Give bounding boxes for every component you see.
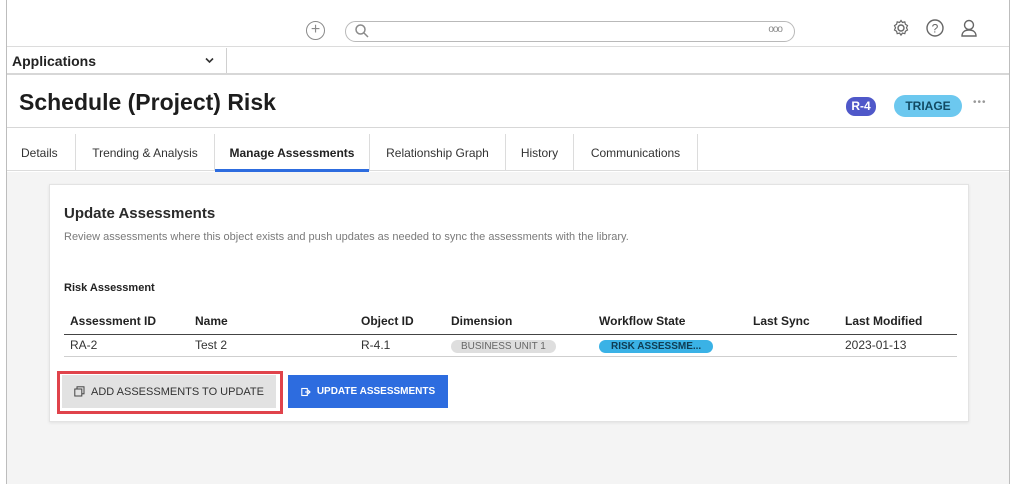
tab-relationship-graph[interactable]: Relationship Graph — [370, 134, 506, 171]
update-assessments-button[interactable]: UPDATE ASSESSMENTS — [288, 375, 448, 408]
table-row[interactable]: RA-2 Test 2 R-4.1 BUSINESS UNIT 1 RISK A… — [64, 334, 957, 357]
top-bar: + ooo ? — [7, 0, 1009, 47]
gear-icon[interactable] — [891, 18, 911, 38]
add-assessments-to-update-button[interactable]: ADD ASSESSMENTS TO UPDATE — [62, 375, 276, 408]
cell-object-id: R-4.1 — [355, 334, 445, 357]
plus-circle-icon[interactable]: + — [306, 21, 325, 40]
tab-details[interactable]: Details — [7, 134, 76, 171]
chevron-down-icon — [205, 57, 214, 64]
applications-label: Applications — [12, 52, 97, 69]
cell-assessment-id: RA-2 — [64, 334, 189, 357]
table-header-row: Assessment ID Name Object ID Dimension W… — [64, 309, 957, 335]
card-description: Review assessments where this object exi… — [64, 231, 629, 243]
card-title: Update Assessments — [64, 205, 216, 222]
update-button-label: UPDATE ASSESSMENTS — [316, 386, 436, 397]
tab-content: Update Assessments Review assessments wh… — [7, 172, 1009, 484]
tab-trending-analysis[interactable]: Trending & Analysis — [76, 134, 215, 171]
column-header[interactable]: Assessment ID — [64, 309, 189, 335]
record-tabs: Details Trending & Analysis Manage Asses… — [7, 134, 1009, 172]
column-header[interactable]: Name — [189, 309, 355, 335]
workflow-state-badge[interactable]: TRIAGE — [894, 95, 962, 117]
tab-communications[interactable]: Communications — [574, 134, 698, 171]
push-icon — [301, 387, 311, 396]
cell-dimension: BUSINESS UNIT 1 — [445, 334, 593, 357]
tab-history[interactable]: History — [506, 134, 574, 171]
page-title: Schedule (Project) Risk — [19, 89, 276, 115]
column-header[interactable]: Last Modified — [839, 309, 957, 335]
search-icon — [355, 24, 369, 38]
tab-manage-assessments[interactable]: Manage Assessments — [215, 134, 370, 172]
cell-last-sync — [747, 334, 839, 357]
column-header[interactable]: Object ID — [355, 309, 445, 335]
cell-last-modified: 2023-01-13 — [839, 334, 957, 357]
column-header[interactable]: Dimension — [445, 309, 593, 335]
top-right-icons: ? — [891, 18, 979, 38]
search-options-icon[interactable]: ooo — [768, 24, 783, 35]
add-button-label: ADD ASSESSMENTS TO UPDATE — [91, 385, 264, 398]
more-options-icon[interactable]: ••• — [973, 97, 987, 108]
column-header[interactable]: Last Sync — [747, 309, 839, 335]
copy-icon — [74, 386, 85, 397]
applications-dropdown[interactable]: Applications — [7, 48, 227, 73]
object-id-badge: R-4 — [846, 97, 876, 116]
cell-name: Test 2 — [189, 334, 355, 357]
global-search[interactable]: ooo — [345, 21, 795, 42]
user-icon[interactable] — [959, 18, 979, 38]
dimension-pill: BUSINESS UNIT 1 — [451, 339, 556, 353]
record-header: Schedule (Project) Risk R-4 TRIAGE ••• — [7, 78, 1009, 128]
cell-workflow-state: RISK ASSESSME... — [593, 334, 747, 357]
app-window: + ooo ? Applications Schedule (Project) … — [6, 0, 1010, 484]
app-selector-row: Applications — [7, 48, 1009, 75]
workflow-state-pill: RISK ASSESSME... — [599, 339, 714, 353]
update-assessments-card: Update Assessments Review assessments wh… — [49, 184, 969, 422]
column-header[interactable]: Workflow State — [593, 309, 747, 335]
help-icon[interactable]: ? — [925, 18, 945, 38]
search-input[interactable] — [374, 23, 754, 39]
section-label: Risk Assessment — [64, 282, 155, 294]
assessments-table: Assessment ID Name Object ID Dimension W… — [64, 309, 957, 357]
svg-text:?: ? — [932, 22, 939, 36]
